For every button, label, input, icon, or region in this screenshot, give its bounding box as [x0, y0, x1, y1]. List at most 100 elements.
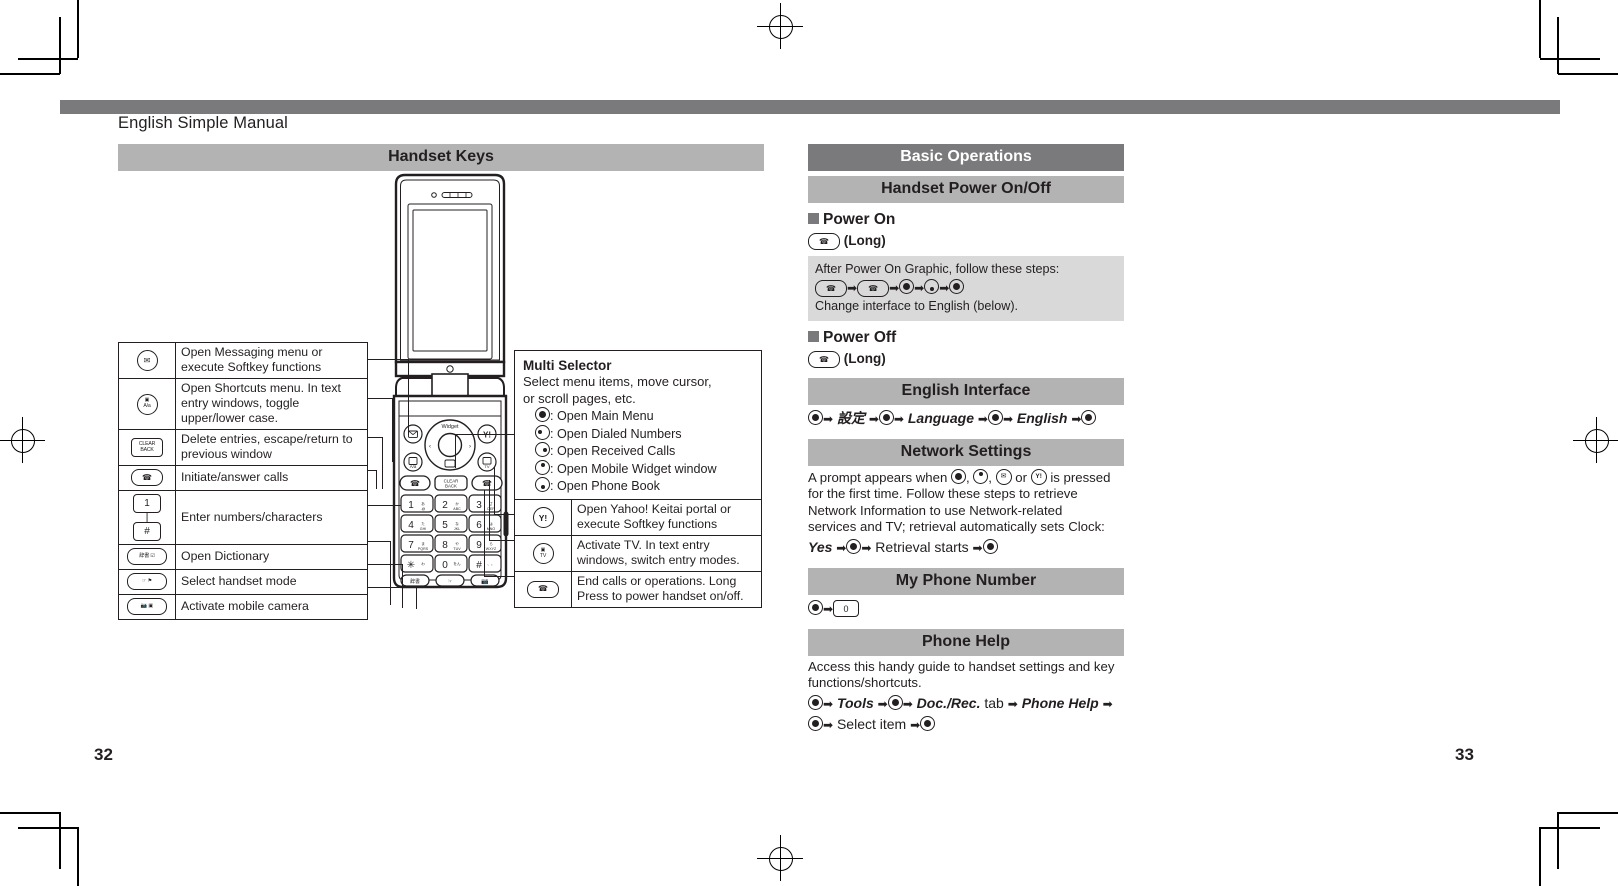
svg-text:な: な	[455, 521, 459, 526]
key-desc: Open Dictionary	[175, 544, 368, 570]
svg-text:›: ›	[469, 444, 471, 450]
handset-illustration: Widget ‹ › A/a Y! TV ☎ CLEAR BACK	[380, 172, 520, 597]
center-key-icon	[1081, 410, 1097, 425]
svg-text:4: 4	[408, 520, 414, 531]
page-number-left: 32	[94, 745, 113, 764]
zero-key-icon: 0	[833, 600, 860, 618]
camera-key-icon: 📷 ▣	[118, 594, 176, 620]
multi-selector-line2: or scroll pages, etc.	[523, 390, 636, 406]
center-key-icon	[950, 469, 966, 484]
manner-mode-key-icon: ☞ ⚑	[118, 569, 176, 595]
svg-text:8: 8	[442, 540, 448, 551]
multi-selector-line1: Select menu items, move cursor,	[523, 374, 712, 389]
svg-text:か: か	[455, 501, 459, 506]
registration-mark-right	[1573, 417, 1618, 463]
power-on-step: ☎ (Long)	[808, 233, 1124, 250]
heading-my-phone-number: My Phone Number	[808, 567, 1124, 595]
table-row: ☎ End calls or operations. Long Press to…	[514, 571, 762, 608]
heading-handset-power: Handset Power On/Off	[808, 176, 1124, 203]
svg-text:A/a: A/a	[410, 464, 417, 469]
dictionary-key-icon: 辞書 ☑	[118, 544, 176, 570]
multi-selector-item: : Open Mobile Widget window	[523, 459, 753, 478]
svg-text:‹: ‹	[429, 444, 431, 450]
power-on-note: After Power On Graphic, follow these ste…	[808, 256, 1124, 321]
send-call-key-icon: ☎	[118, 465, 176, 491]
shortcuts-key-icon: ▣ A/a	[118, 378, 176, 430]
svg-text:をん: をん	[453, 561, 461, 566]
key-desc: Open Messaging menu or execute Softkey f…	[175, 342, 368, 379]
table-row: ☎ Initiate/answer calls	[118, 465, 368, 491]
manual-title: English Simple Manual	[118, 114, 288, 132]
multi-selector-item: : Open Main Menu	[523, 407, 753, 425]
page-number-right: 33	[1455, 745, 1474, 764]
svg-text:TV: TV	[484, 464, 489, 469]
key-desc: End calls or operations. Long Press to p…	[571, 571, 762, 608]
phone-help-steps: ➡ Tools ➡ ➡ Doc./Rec. tab ➡ Phone Help ➡ ➡…	[808, 693, 1124, 735]
svg-text:GHI: GHI	[420, 527, 426, 531]
multi-selector-callout: Multi Selector Select menu items, move c…	[514, 350, 762, 503]
heading-english-interface: English Interface	[808, 378, 1124, 405]
registration-mark-top	[757, 3, 803, 49]
center-key-icon	[535, 407, 550, 422]
registration-mark-left	[0, 417, 45, 463]
key-desc: Enter numbers/characters	[175, 490, 368, 545]
up-key-icon	[535, 459, 550, 475]
svg-text:わ: わ	[421, 561, 425, 566]
svg-text:ABC: ABC	[453, 507, 461, 511]
heading-phone-help: Phone Help	[808, 628, 1124, 656]
center-key-icon	[808, 599, 823, 615]
up-key-icon	[973, 469, 989, 484]
center-key-icon	[846, 538, 862, 554]
svg-text:#: #	[476, 560, 482, 571]
svg-text:☞: ☞	[448, 579, 453, 585]
note-step-sequence: ☎ ➡ ☎ ➡ ➡ ➡	[815, 278, 1117, 298]
svg-text:☎: ☎	[482, 479, 492, 488]
manual-page: English Simple Manual Handset Keys Widge…	[0, 0, 1618, 886]
note-line-3: Change interface to English (below).	[815, 299, 1019, 313]
key-desc: Delete entries, escape/return to previou…	[175, 429, 368, 466]
svg-text:た: た	[421, 521, 425, 526]
svg-text:WXYZ: WXYZ	[486, 547, 497, 551]
svg-text:Widget: Widget	[441, 424, 459, 430]
svg-text:、。: 、。	[487, 562, 494, 566]
end-power-key-icon: ☎	[808, 233, 840, 250]
phone-help-body: Access this handy guide to handset setti…	[808, 658, 1115, 691]
end-power-key-icon: ☎	[857, 280, 890, 298]
svg-text:1: 1	[408, 500, 414, 511]
center-key-icon	[949, 279, 965, 294]
table-row: 📷 ▣ Activate mobile camera	[118, 594, 368, 620]
right-key-icon	[535, 442, 550, 457]
table-row: ▣ TV Activate TV. In text entry windows, …	[514, 535, 762, 572]
key-desc: Open Shortcuts menu. In text entry windo…	[175, 378, 368, 430]
center-key-icon	[808, 410, 823, 425]
key-desc: Open Yahoo! Keitai portal or execute Sof…	[571, 499, 762, 536]
down-key-icon	[535, 477, 550, 492]
registration-mark-bottom	[757, 835, 803, 881]
down-key-icon	[924, 279, 940, 294]
key-desc: Activate mobile camera	[175, 594, 368, 620]
center-key-icon	[808, 716, 823, 732]
end-power-key-icon: ☎	[808, 351, 840, 368]
mail-key-icon: ✉	[118, 342, 176, 379]
svg-text:6: 6	[476, 520, 482, 531]
mail-key-icon: ✉	[995, 469, 1012, 485]
svg-text:ら: ら	[489, 541, 493, 546]
section-title-handset-keys: Handset Keys	[118, 144, 764, 171]
svg-text:2: 2	[442, 500, 448, 511]
svg-text:JKL: JKL	[454, 527, 460, 531]
tv-key-icon: ▣ TV	[514, 535, 572, 572]
center-key-icon	[982, 538, 998, 554]
yahoo-key-icon: Y!	[1030, 469, 1047, 485]
handset-keys-table-left: ✉ Open Messaging menu or execute Softkey…	[118, 342, 368, 620]
svg-text:✳: ✳	[407, 560, 415, 571]
end-power-key-icon: ☎	[514, 571, 572, 608]
table-row: ✉ Open Messaging menu or execute Softkey…	[118, 342, 368, 379]
svg-text:PQRS: PQRS	[418, 547, 429, 551]
handset-keys-table-right: Y! Open Yahoo! Keitai portal or execute …	[514, 499, 762, 608]
multi-selector-item: : Open Phone Book	[523, 477, 753, 495]
left-key-icon	[535, 424, 550, 440]
table-row: CLEAR BACK Delete entries, escape/return …	[118, 429, 368, 466]
number-keys-icon: 1 | #	[118, 490, 176, 545]
center-key-icon	[808, 695, 823, 711]
svg-text:.@: .@	[421, 507, 426, 511]
